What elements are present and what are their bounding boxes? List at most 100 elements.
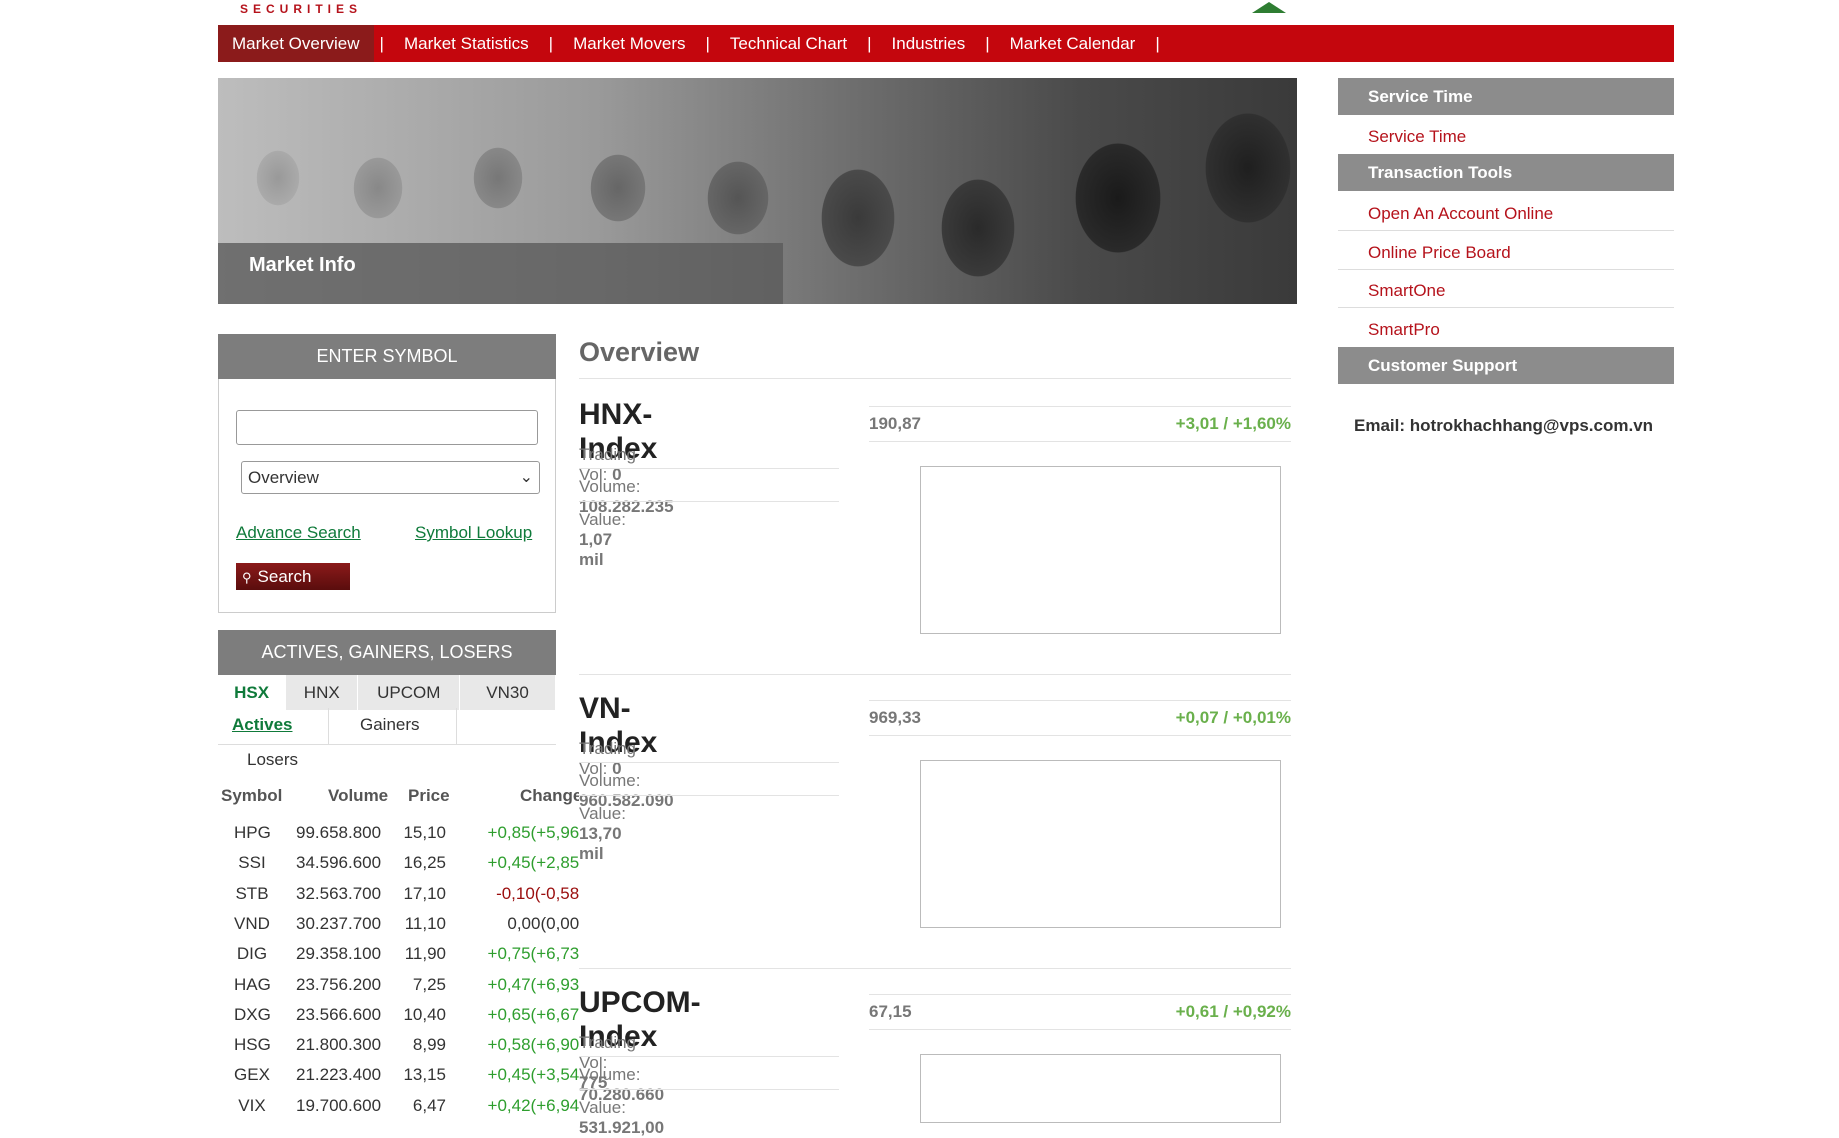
search-button[interactable]: ⚲ Search bbox=[236, 563, 350, 590]
row-change: +0,45(+2,85%) bbox=[487, 853, 579, 873]
row-volume: 30.237.700 bbox=[296, 913, 382, 933]
table-row[interactable]: DXG 23.566.600 10,40 +0,65(+6,67%) bbox=[218, 1001, 579, 1031]
row-symbol[interactable]: STB bbox=[234, 884, 270, 904]
support-email: Email: hotrokhachhang@vps.com.vn bbox=[1354, 416, 1653, 436]
view-select[interactable]: Overview ⌄ bbox=[241, 461, 540, 494]
customer-support-header: Customer Support bbox=[1338, 347, 1674, 384]
table-row[interactable]: DIG 29.358.100 11,90 +0,75(+6,73%) bbox=[218, 940, 579, 970]
table-row[interactable]: VIX19.700.6006,47+0,42(+6,94%) bbox=[218, 1092, 579, 1119]
search-icon: ⚲ bbox=[242, 570, 252, 585]
row-symbol[interactable]: GEX bbox=[234, 1065, 270, 1085]
row-change: +0,58(+6,90%) bbox=[487, 1035, 579, 1055]
row-price: 16,25 bbox=[403, 853, 446, 873]
row-price: 17,10 bbox=[403, 883, 446, 903]
row-price: 11,10 bbox=[404, 913, 446, 933]
index-change: +0,07 / +0,01% bbox=[1175, 708, 1291, 727]
table-row[interactable]: HSG 21.800.300 8,99 +0,58(+6,90%) bbox=[218, 1031, 579, 1061]
subtab-divider bbox=[456, 708, 457, 744]
row-volume: 21.800.300 bbox=[296, 1035, 382, 1055]
subtab-divider bbox=[328, 708, 329, 744]
nav-industries[interactable]: Industries bbox=[878, 25, 980, 62]
row-symbol[interactable]: VND bbox=[234, 914, 270, 934]
index-change: +0,61 / +0,92% bbox=[1175, 1002, 1291, 1021]
subtab-gainers[interactable]: Gainers bbox=[360, 715, 420, 735]
service-time-link[interactable]: Service Time bbox=[1368, 127, 1466, 147]
exchange-tabs: HSX HNX UPCOM VN30 bbox=[218, 675, 556, 710]
table-row[interactable]: GEX 21.223.400 13,15 +0,45(+3,54%) bbox=[218, 1061, 579, 1091]
table-row[interactable]: VND 30.237.700 11,10 0,00(0,00%) bbox=[218, 910, 579, 940]
value-label: Value: bbox=[579, 804, 626, 823]
advance-search-link[interactable]: Advance Search bbox=[236, 523, 361, 543]
value-value: 1,07 mil bbox=[579, 530, 613, 569]
table-row[interactable]: HAG 23.756.200 7,25 +0,47(+6,93%) bbox=[218, 971, 579, 1001]
tab-upcom[interactable]: UPCOM bbox=[358, 675, 461, 710]
table-row[interactable]: SSI 34.596.600 16,25 +0,45(+2,85%) bbox=[218, 849, 579, 879]
row-symbol[interactable]: HAG bbox=[234, 975, 271, 995]
nav-separator: | bbox=[867, 33, 872, 53]
volume-label: Volume: bbox=[579, 1065, 641, 1084]
tab-hnx[interactable]: HNX bbox=[286, 675, 359, 710]
sidebar-divider bbox=[1338, 269, 1674, 270]
search-button-label: Search bbox=[257, 567, 312, 586]
stat-divider bbox=[579, 795, 839, 796]
nav-separator: | bbox=[985, 33, 990, 53]
row-symbol[interactable]: SSI bbox=[234, 853, 270, 873]
hero-title: Market Info bbox=[249, 254, 356, 276]
table-row[interactable]: STB 32.563.700 17,10 -0,10(-0,58%) bbox=[218, 880, 579, 910]
nav-separator: | bbox=[1155, 33, 1160, 53]
index-change: +3,01 / +1,60% bbox=[1175, 414, 1291, 433]
table-row[interactable]: HPG 99.658.800 15,10 +0,85(+5,96%) bbox=[218, 819, 579, 849]
tab-hsx[interactable]: HSX bbox=[218, 675, 287, 710]
row-volume: 99.658.800 bbox=[296, 823, 382, 842]
index-chart-frame bbox=[920, 466, 1281, 634]
index-level: 969,33 bbox=[869, 708, 921, 727]
nav-separator: | bbox=[705, 33, 710, 53]
symbol-input[interactable] bbox=[236, 410, 538, 445]
symbol-lookup-link[interactable]: Symbol Lookup bbox=[415, 523, 532, 543]
smartone-link[interactable]: SmartOne bbox=[1368, 281, 1445, 301]
open-account-link[interactable]: Open An Account Online bbox=[1368, 204, 1553, 224]
view-select-value: Overview bbox=[248, 468, 319, 487]
index-section-divider bbox=[579, 968, 1291, 969]
symbol-panel-header: ENTER SYMBOL bbox=[218, 334, 556, 379]
row-price: 11,90 bbox=[404, 944, 446, 964]
main-nav: Market Overview | Market Statistics | Ma… bbox=[218, 25, 1674, 62]
index-level: 190,87 bbox=[869, 414, 921, 433]
email-label: Email: bbox=[1354, 416, 1406, 435]
mover-sub-tabs: Actives Gainers bbox=[218, 708, 556, 745]
nav-technical-chart[interactable]: Technical Chart bbox=[716, 25, 861, 62]
overview-divider bbox=[579, 378, 1291, 379]
row-symbol[interactable]: DXG bbox=[234, 1005, 271, 1025]
transaction-tools-header: Transaction Tools bbox=[1338, 154, 1674, 191]
row-volume: 34.596.600 bbox=[296, 853, 382, 873]
nav-market-calendar[interactable]: Market Calendar bbox=[996, 25, 1150, 62]
row-volume: 32.563.700 bbox=[296, 883, 382, 903]
subtab-actives[interactable]: Actives bbox=[232, 715, 292, 735]
online-price-board-link[interactable]: Online Price Board bbox=[1368, 243, 1511, 263]
smartpro-link[interactable]: SmartPro bbox=[1368, 320, 1440, 340]
row-symbol[interactable]: HPG bbox=[234, 823, 271, 843]
nav-market-overview[interactable]: Market Overview bbox=[218, 25, 374, 62]
index-value: Value: 531.921,00 bbox=[579, 1098, 664, 1138]
row-symbol[interactable]: DIG bbox=[234, 944, 270, 964]
row-volume: 23.756.200 bbox=[296, 974, 382, 994]
nav-separator: | bbox=[548, 33, 554, 53]
row-price: 8,99 bbox=[412, 1035, 446, 1055]
tab-vn30[interactable]: VN30 bbox=[460, 675, 556, 710]
col-change-clip: Change bbox=[218, 786, 579, 810]
service-time-header: Service Time bbox=[1338, 78, 1674, 115]
index-chart-frame bbox=[920, 760, 1281, 928]
chevron-down-icon: ⌄ bbox=[519, 469, 533, 486]
index-value: Value: 13,70 mil bbox=[579, 804, 626, 864]
stat-divider bbox=[579, 1056, 839, 1057]
nav-market-movers[interactable]: Market Movers bbox=[559, 25, 699, 62]
stat-divider bbox=[579, 762, 839, 763]
row-symbol[interactable]: HSG bbox=[234, 1035, 271, 1055]
col-change-header[interactable]: Change bbox=[520, 786, 579, 806]
subtab-losers[interactable]: Losers bbox=[247, 750, 298, 770]
row-change: +0,65(+6,67%) bbox=[487, 1004, 579, 1024]
row-change: +0,47(+6,93%) bbox=[487, 974, 579, 994]
email-address[interactable]: hotrokhachhang@vps.com.vn bbox=[1410, 416, 1653, 435]
nav-market-statistics[interactable]: Market Statistics bbox=[390, 25, 543, 62]
row-change: -0,10(-0,58%) bbox=[496, 883, 579, 903]
